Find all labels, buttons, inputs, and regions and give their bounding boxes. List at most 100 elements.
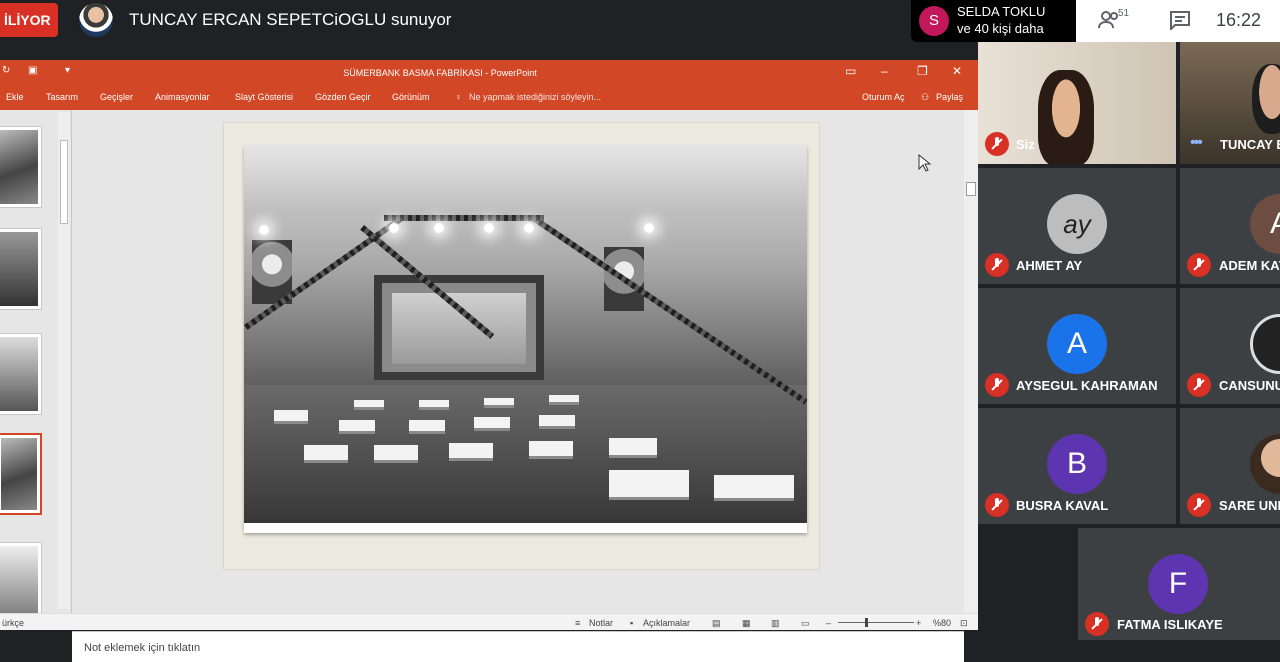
tab-tasarim[interactable]: Tasarım xyxy=(46,92,78,102)
tab-gozden-gecir[interactable]: Gözden Geçir xyxy=(315,92,371,102)
slide-thumbnails-pane[interactable] xyxy=(0,110,72,624)
mic-off-icon xyxy=(985,373,1009,397)
editor-area: Not eklemek için tıklatın xyxy=(0,110,978,662)
powerpoint-titlebar: ↻ ▣ ▾ SÜMERBANK BASMA FABRİKASI - PowerP… xyxy=(0,60,978,86)
ribbon-display-icon[interactable]: ▭ xyxy=(845,64,856,78)
mic-off-icon xyxy=(1187,373,1211,397)
mic-off-icon xyxy=(1187,253,1211,277)
participant-video xyxy=(1038,70,1094,164)
notification-avatar: S xyxy=(919,6,949,36)
participant-tile[interactable]: B BUSRA KAVAL xyxy=(978,408,1176,524)
minimize-icon[interactable]: – xyxy=(881,64,888,78)
zoom-slider[interactable] xyxy=(838,622,914,623)
chat-icon[interactable] xyxy=(1169,10,1191,30)
meet-right-toolbar: 51 16:22 xyxy=(1076,0,1280,42)
slide-thumbnail[interactable] xyxy=(0,126,42,208)
participant-name: AYSEGUL KAHRAMAN xyxy=(1016,378,1158,393)
notes-placeholder: Not eklemek için tıklatın xyxy=(84,642,201,654)
notification-name: SELDA TOKLU xyxy=(957,4,1046,19)
slide-photo-hall[interactable] xyxy=(244,145,807,533)
participant-name: Siz xyxy=(1016,137,1035,152)
participant-tile[interactable]: SARE UNL xyxy=(1180,408,1280,524)
participant-tile[interactable]: A ADEM KAY xyxy=(1180,168,1280,284)
close-icon[interactable]: ✕ xyxy=(952,64,962,78)
people-count: 51 xyxy=(1118,8,1130,19)
comments-icon[interactable]: ▪ xyxy=(630,618,633,628)
participant-name: FATMA ISLIKAYE xyxy=(1117,617,1223,632)
join-notification[interactable]: S SELDA TOKLU ve 40 kişi daha xyxy=(911,0,1076,42)
participant-tile[interactable]: CANSUNU xyxy=(1180,288,1280,404)
participant-video xyxy=(1252,64,1280,134)
slide-canvas[interactable] xyxy=(76,110,964,588)
tab-gecisler[interactable]: Geçişler xyxy=(100,92,133,102)
participant-avatar: A xyxy=(1047,314,1107,374)
tab-animasyonlar[interactable]: Animasyonlar xyxy=(155,92,210,102)
notes-icon[interactable]: ≡ xyxy=(575,618,580,628)
slide-sorter-icon[interactable]: ▦ xyxy=(742,618,751,629)
mic-off-icon xyxy=(1085,612,1109,636)
status-bar: ürkçe ≡ Notlar ▪ Açıklamalar ▤ ▦ ▥ ▭ – +… xyxy=(0,613,978,630)
reading-view-icon[interactable]: ▥ xyxy=(771,618,780,629)
participant-tile[interactable]: F FATMA ISLIKAYE xyxy=(1078,528,1280,640)
participant-tile[interactable]: Siz xyxy=(978,42,1176,164)
mic-off-icon xyxy=(985,253,1009,277)
participant-avatar: B xyxy=(1047,434,1107,494)
zoom-out-icon[interactable]: – xyxy=(826,618,831,628)
slide-thumbnail-selected[interactable] xyxy=(0,433,42,515)
window-title: SÜMERBANK BASMA FABRİKASI - PowerPoint xyxy=(343,68,537,78)
speaking-indicator-icon: ••• xyxy=(1190,134,1203,151)
participant-tile[interactable]: ••• TUNCAY E xyxy=(1180,42,1280,164)
tab-slayt-gosterisi[interactable]: Slayt Gösterisi xyxy=(235,92,293,102)
zoom-level[interactable]: %80 xyxy=(933,618,951,628)
share-icon[interactable]: ⚇ xyxy=(921,92,929,103)
participant-name: ADEM KAY xyxy=(1219,258,1280,273)
current-slide[interactable] xyxy=(223,122,820,570)
slide-thumbnail[interactable] xyxy=(0,228,42,310)
notes-button[interactable]: Notlar xyxy=(589,618,613,628)
presenter-avatar xyxy=(79,3,113,37)
clock: 16:22 xyxy=(1216,10,1262,30)
restore-icon[interactable]: ❐ xyxy=(917,64,928,78)
tell-me-input[interactable]: Ne yapmak istediğinizi söyleyin... xyxy=(469,92,601,102)
participant-name: BUSRA KAVAL xyxy=(1016,498,1109,513)
zoom-slider-handle[interactable] xyxy=(865,618,868,627)
sign-in-link[interactable]: Oturum Aç xyxy=(862,92,905,102)
participant-avatar: ay xyxy=(1047,194,1107,254)
thumbnails-scrollbar[interactable] xyxy=(58,112,70,609)
participant-name: TUNCAY E xyxy=(1220,137,1280,152)
ribbon-tabs: Ekle Tasarım Geçişler Animasyonlar Slayt… xyxy=(0,86,978,110)
comments-button[interactable]: Açıklamalar xyxy=(643,618,690,628)
participant-name: SARE UNL xyxy=(1219,498,1280,513)
participant-tiles: Siz ••• TUNCAY E ay AHMET AY A ADEM KAY … xyxy=(978,42,1280,640)
mouse-cursor-icon xyxy=(918,154,932,172)
fit-slide-icon[interactable]: ⊡ xyxy=(960,618,968,629)
mic-off-icon xyxy=(985,132,1009,156)
presenter-text: TUNCAY ERCAN SEPETCiOGLU sunuyor xyxy=(129,10,452,29)
participant-tile[interactable]: ay AHMET AY xyxy=(978,168,1176,284)
participant-avatar: A xyxy=(1250,194,1280,254)
mic-off-icon xyxy=(1187,493,1211,517)
notification-more: ve 40 kişi daha xyxy=(957,21,1044,36)
slide-thumbnail[interactable] xyxy=(0,333,42,415)
participant-avatar: F xyxy=(1148,554,1208,614)
participant-tile[interactable]: A AYSEGUL KAHRAMAN xyxy=(978,288,1176,404)
participant-name: AHMET AY xyxy=(1016,258,1083,273)
slide-scrollbar[interactable] xyxy=(964,110,978,613)
notes-pane[interactable]: Not eklemek için tıklatın xyxy=(72,631,964,662)
tab-ekle[interactable]: Ekle xyxy=(6,92,24,102)
share-button[interactable]: Paylaş xyxy=(936,92,963,102)
presenting-badge[interactable]: İLİYOR xyxy=(0,3,58,37)
powerpoint-window: ↻ ▣ ▾ SÜMERBANK BASMA FABRİKASI - PowerP… xyxy=(0,60,978,662)
participant-avatar xyxy=(1250,434,1280,494)
language-indicator[interactable]: ürkçe xyxy=(2,618,24,628)
mic-off-icon xyxy=(985,493,1009,517)
normal-view-icon[interactable]: ▤ xyxy=(712,618,721,629)
zoom-in-icon[interactable]: + xyxy=(916,618,921,628)
tab-gorunum[interactable]: Görünüm xyxy=(392,92,430,102)
slideshow-view-icon[interactable]: ▭ xyxy=(801,618,810,629)
participant-avatar xyxy=(1250,314,1280,374)
tell-me-icon: ♀ xyxy=(455,92,462,102)
participant-name: CANSUNU xyxy=(1219,378,1280,393)
people-icon[interactable] xyxy=(1098,10,1120,30)
slide-thumbnail[interactable] xyxy=(0,542,42,624)
